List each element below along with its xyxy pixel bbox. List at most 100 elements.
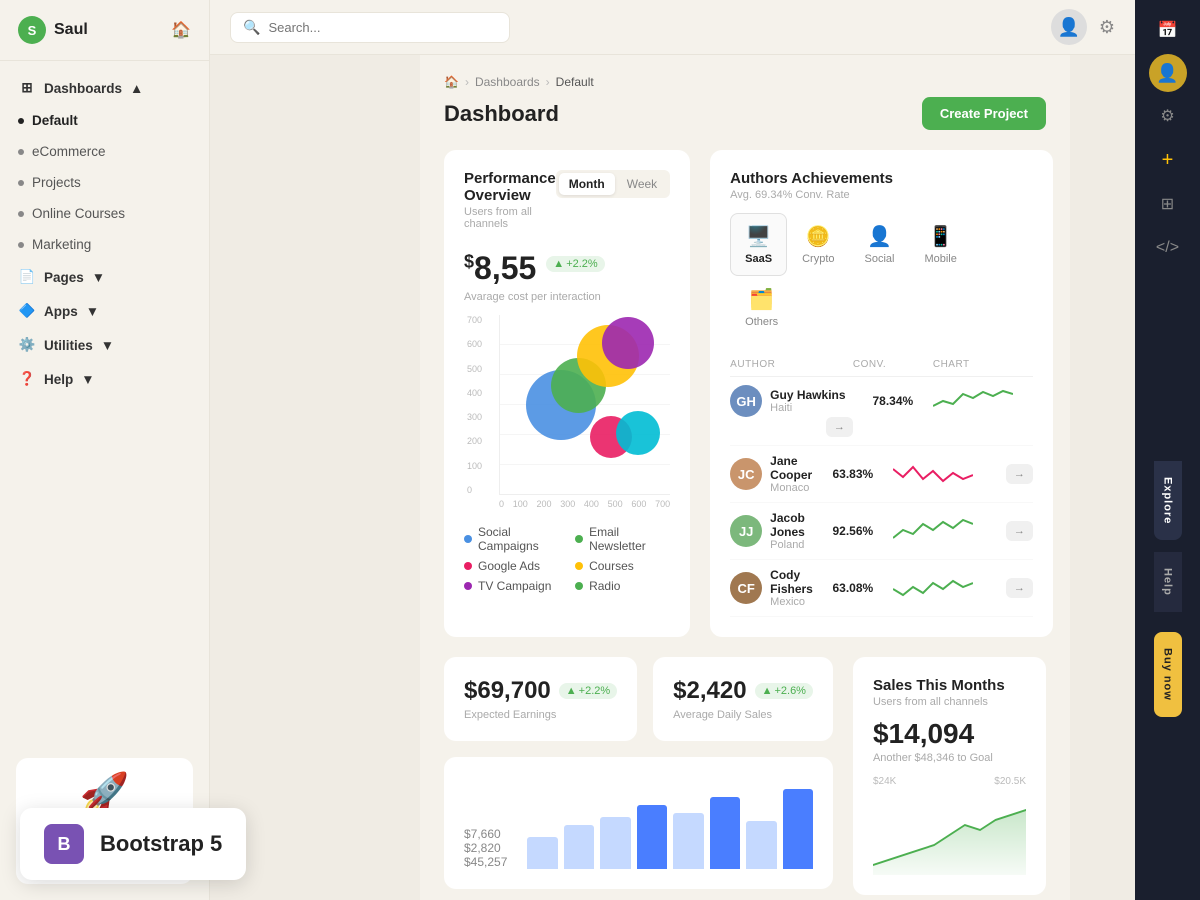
tab-saas[interactable]: 🖥️ SaaS	[730, 213, 787, 276]
avatar-jane: JC	[730, 458, 762, 490]
app-name: Saul	[54, 21, 88, 39]
x-label-700: 700	[655, 499, 670, 509]
sales-amounts: $7,660 $2,820 $45,257	[464, 777, 813, 869]
apps-arrow: ▼	[86, 304, 99, 319]
y-205k: $20.5K	[994, 776, 1026, 787]
toggle-month[interactable]: Month	[559, 173, 615, 195]
mobile-label: Mobile	[924, 253, 956, 265]
mini-chart-guy	[933, 386, 1033, 416]
legend-radio: Radio	[575, 579, 670, 593]
dashboards-arrow: ▲	[130, 81, 143, 96]
amount-1: $7,660	[464, 827, 507, 841]
crypto-label: Crypto	[802, 253, 834, 265]
legend-dot-social	[464, 535, 472, 543]
page-header: Dashboard Create Project	[444, 97, 1046, 130]
sidebar-item-dashboards[interactable]: ⊞ Dashboards ▲	[0, 71, 209, 105]
author-name-jacob: Jacob Jones	[770, 511, 813, 539]
main-inner: 🏠 › Dashboards › Default Dashboard Creat…	[420, 55, 1070, 900]
sidebar-nav: ⊞ Dashboards ▲ Default eCommerce Project…	[0, 61, 209, 742]
bubble-chart	[499, 315, 670, 495]
legend-google-ads: Google Ads	[464, 559, 559, 573]
author-country-jane: Monaco	[770, 482, 813, 494]
authors-header: Authors Achievements Avg. 69.34% Conv. R…	[730, 170, 1033, 201]
legend-email-newsletter: Email Newsletter	[575, 525, 670, 553]
legend-courses: Courses	[575, 559, 670, 573]
y-24k: $24K	[873, 776, 896, 787]
tab-social[interactable]: 👤 Social	[850, 213, 910, 276]
sidebar-item-ecommerce[interactable]: eCommerce	[0, 136, 209, 167]
logo-area: S Saul 🏠	[0, 0, 209, 61]
pages-arrow: ▼	[92, 270, 105, 285]
author-row-cody: CF Cody Fishers Mexico 63.08%	[730, 560, 1033, 617]
mini-chart-jane	[893, 459, 993, 489]
sidebar-item-help[interactable]: ❓ Help ▼	[0, 362, 209, 396]
bubble-radio	[616, 411, 660, 455]
x-label-600: 600	[631, 499, 646, 509]
topbar-avatar[interactable]: 👤	[1051, 9, 1070, 45]
rp-calendar-icon[interactable]: 📅	[1148, 10, 1188, 50]
tab-crypto[interactable]: 🪙 Crypto	[787, 213, 849, 276]
rp-code-icon[interactable]: </>	[1148, 228, 1188, 268]
view-btn-jane[interactable]: →	[993, 464, 1033, 484]
help-action[interactable]: Help	[1154, 552, 1182, 612]
x-label-200: 200	[536, 499, 551, 509]
help-label: Help	[44, 372, 73, 387]
view-btn-jacob[interactable]: →	[993, 521, 1033, 541]
tab-others[interactable]: 🗂️ Others	[730, 276, 793, 339]
online-courses-label: Online Courses	[32, 206, 191, 221]
mobile-icon: 📱	[928, 224, 953, 249]
sales-y-labels: $24K $20.5K	[873, 776, 1026, 787]
pages-icon: 📄	[18, 268, 36, 286]
apps-icon: 🔷	[18, 302, 36, 320]
search-wrap[interactable]: 🔍	[420, 12, 510, 43]
y-label-100: 100	[467, 461, 482, 471]
buy-action[interactable]: Buy now	[1154, 632, 1182, 717]
rp-avatar[interactable]: 👤	[1149, 54, 1187, 92]
view-btn-cody[interactable]: →	[993, 578, 1033, 598]
view-btn-guy[interactable]: →	[730, 417, 853, 437]
toggle-week[interactable]: Week	[617, 173, 667, 195]
sidebar: S Saul 🏠 ⊞ Dashboards ▲ Default eCommerc…	[0, 0, 210, 900]
performance-card: Performance Overview Users from all chan…	[444, 150, 690, 637]
sidebar-item-projects[interactable]: Projects	[0, 167, 209, 198]
right-panel-top: 📅 👤 ⚙ + ⊞ </>	[1148, 0, 1188, 278]
amount-2: $2,820	[464, 841, 507, 855]
search-input[interactable]	[420, 20, 497, 35]
explore-action[interactable]: Explore	[1154, 461, 1182, 540]
performance-badge: ▲ +2.2%	[546, 256, 604, 272]
others-icon: 🗂️	[749, 287, 774, 312]
pages-label: Pages	[44, 270, 84, 285]
breadcrumb-home-icon[interactable]: 🏠	[444, 75, 459, 89]
author-country-cody: Mexico	[770, 596, 813, 608]
sidebar-item-default[interactable]: Default	[0, 105, 209, 136]
x-label-400: 400	[584, 499, 599, 509]
sales-month-subtitle: Users from all channels	[873, 696, 1026, 708]
sidebar-item-apps[interactable]: 🔷 Apps ▼	[0, 294, 209, 328]
two-col-layout: Performance Overview Users from all chan…	[444, 150, 1046, 637]
sidebar-item-marketing[interactable]: Marketing	[0, 229, 209, 260]
breadcrumb-dashboards[interactable]: Dashboards	[475, 75, 540, 89]
rp-settings-icon[interactable]: ⚙	[1148, 96, 1188, 136]
legend-dot-tv	[464, 582, 472, 590]
legend-social-campaigns: Social Campaigns	[464, 525, 559, 553]
rp-grid-icon[interactable]: ⊞	[1148, 184, 1188, 224]
logo-icon: S	[18, 16, 46, 44]
default-label: Default	[32, 113, 191, 128]
mini-chart-jacob	[893, 516, 993, 546]
create-project-button[interactable]: Create Project	[922, 97, 1046, 130]
sidebar-item-utilities[interactable]: ⚙️ Utilities ▼	[0, 328, 209, 362]
bar-7	[746, 821, 776, 869]
sidebar-item-online-courses[interactable]: Online Courses	[0, 198, 209, 229]
sidebar-item-pages[interactable]: 📄 Pages ▼	[0, 260, 209, 294]
bootstrap-banner: B Bootstrap 5	[20, 808, 246, 880]
performance-title: Performance Overview	[464, 170, 556, 204]
author-name-jane: Jane Cooper	[770, 454, 813, 482]
legend-dot-email	[575, 535, 583, 543]
author-country-guy: Haiti	[770, 402, 845, 414]
help-arrow: ▼	[81, 372, 94, 387]
tab-mobile[interactable]: 📱 Mobile	[909, 213, 971, 276]
y-label-200: 200	[467, 436, 482, 446]
dashboards-icon: ⊞	[18, 79, 36, 97]
author-conv-jane: 63.83%	[813, 467, 893, 481]
rp-add-icon[interactable]: +	[1148, 140, 1188, 180]
